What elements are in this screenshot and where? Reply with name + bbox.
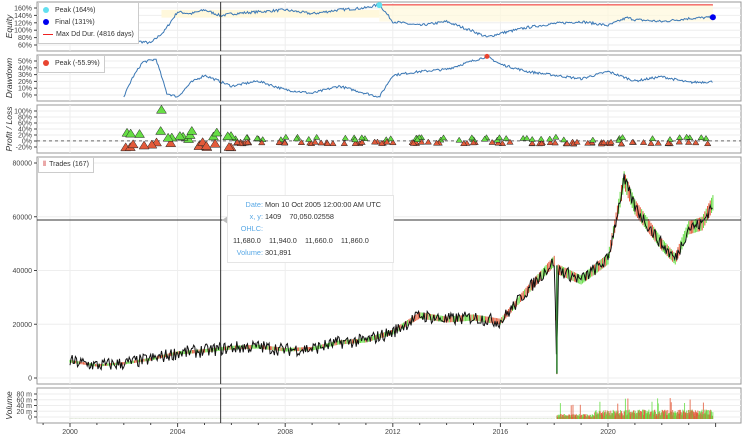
y-tick-label: 160%	[14, 6, 32, 13]
equity-peak-marker	[376, 2, 383, 9]
peak-marker-icon	[43, 7, 49, 14]
drawdown-peak-marker	[484, 53, 490, 59]
drawdown-legend: Peak (-55.9%)	[38, 55, 105, 73]
max-dd-line-icon	[43, 33, 53, 35]
y-tick-label: 0	[28, 376, 32, 383]
x-tick-label: 2020	[600, 429, 616, 436]
y-axis-label-equity: Equity	[4, 14, 14, 38]
y-tick-label: 140%	[14, 13, 32, 20]
price-legend: ⦀ Trades (167)	[38, 157, 94, 173]
y-tick-label: 80%	[18, 35, 32, 42]
y-axis-label-volume: Volume	[4, 391, 14, 420]
y-tick-label: 120%	[14, 20, 32, 27]
y-tick-label: 60%	[18, 43, 32, 50]
y-tick-label: 0%	[22, 93, 32, 100]
y-tick-label: -20%	[16, 145, 32, 152]
x-tick-label: 2000	[62, 429, 78, 436]
final-marker-icon	[43, 19, 49, 26]
x-tick-label: 2012	[385, 429, 401, 436]
y-tick-label: 20000	[13, 322, 33, 329]
x-tick-label: 2004	[170, 429, 186, 436]
equity-final-marker	[709, 14, 716, 21]
x-tick-label: 2016	[493, 429, 509, 436]
y-axis-label-profit_loss: Profit / Loss	[4, 106, 14, 152]
hover-tooltip: Date: Mon 10 Oct 2005 12:00:00 AM UTC x, …	[227, 195, 394, 263]
drawdown-fill	[379, 5, 713, 22]
y-tick-label: 60000	[13, 214, 33, 221]
y-tick-label: 80000	[13, 161, 33, 168]
y-tick-label: 100%	[14, 28, 32, 35]
y-tick-label: 40000	[13, 268, 33, 275]
x-tick-label: 2008	[277, 429, 293, 436]
y-tick-label: 0	[28, 415, 32, 422]
y-axis-label-drawdown: Drawdown	[4, 58, 14, 98]
trades-icon: ⦀	[43, 161, 47, 168]
dd-peak-marker-icon	[43, 60, 49, 67]
equity-legend: Peak (164%) Final (131%) Max Dd Dur. (48…	[38, 2, 139, 44]
